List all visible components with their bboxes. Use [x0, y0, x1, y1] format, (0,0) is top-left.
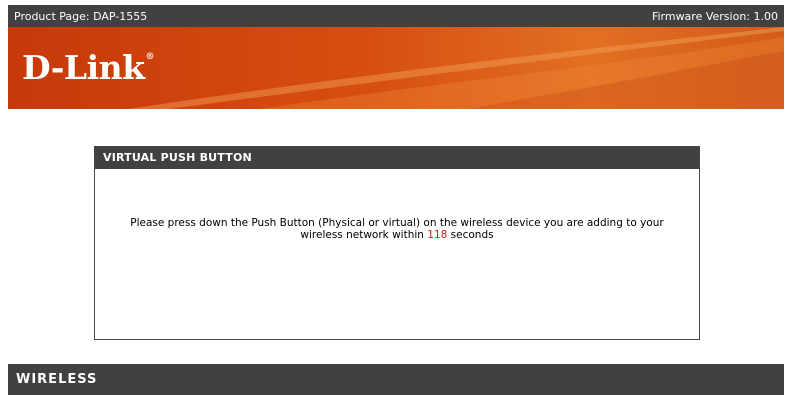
dlink-banner: D-Link® — [8, 27, 784, 109]
message-line-2-prefix: wireless network within — [300, 229, 428, 241]
countdown-seconds: 118 — [427, 229, 448, 241]
virtual-push-button-panel: VIRTUAL PUSH BUTTON Please press down th… — [94, 146, 700, 340]
wireless-label: WIRELESS — [16, 372, 98, 387]
wireless-footer-bar: WIRELESS — [8, 364, 784, 395]
top-info-bar: Product Page: DAP-1555 Firmware Version:… — [8, 5, 784, 27]
message-line-2-suffix: seconds — [447, 229, 494, 241]
message-line-1: Please press down the Push Button (Physi… — [130, 217, 664, 229]
logo-text: D-Link — [22, 48, 145, 87]
message-line-2: wireless network within 118 seconds — [95, 229, 699, 241]
registered-mark: ® — [145, 52, 155, 62]
panel-title: VIRTUAL PUSH BUTTON — [95, 147, 699, 169]
dlink-logo: D-Link® — [22, 48, 155, 87]
product-page-label: Product Page: DAP-1555 — [14, 10, 148, 23]
push-button-message: Please press down the Push Button (Physi… — [95, 217, 699, 241]
firmware-version-label: Firmware Version: 1.00 — [651, 10, 778, 23]
